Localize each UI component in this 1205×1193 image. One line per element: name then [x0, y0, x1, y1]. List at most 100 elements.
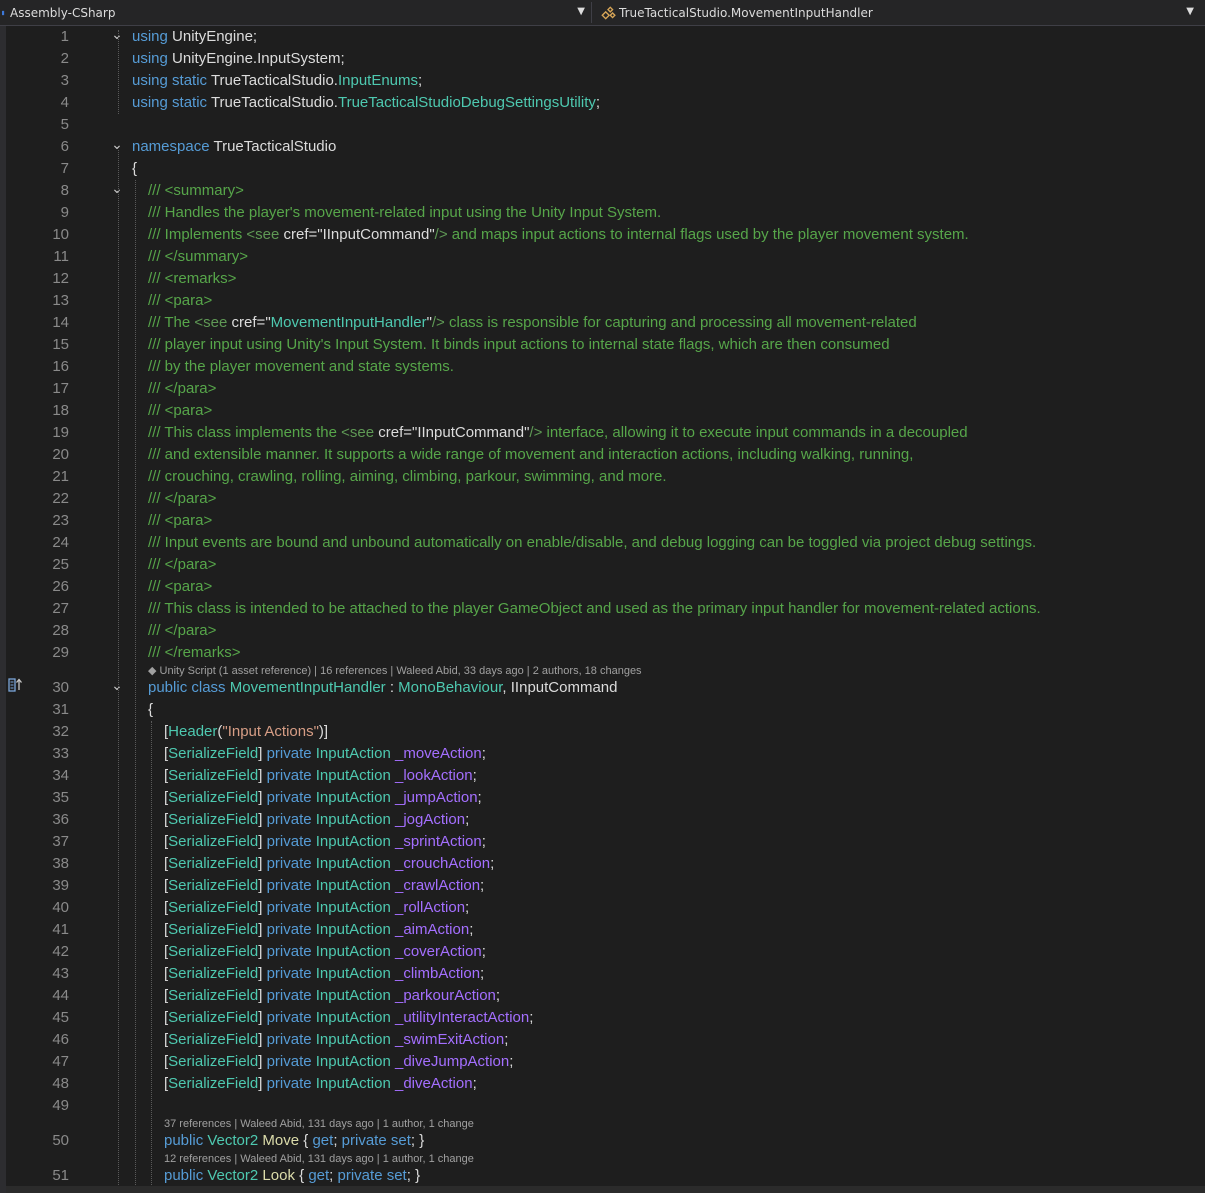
codelens-info[interactable]: 12 references | Waleed Abid, 131 days ag…	[164, 1153, 474, 1166]
code-text: /// </summary>	[148, 248, 249, 265]
code-line[interactable]: 19 /// This class implements the <see cre…	[6, 422, 1205, 444]
code-line[interactable]: 5	[6, 114, 1205, 136]
code-line[interactable]: 50 public Vector2 Move { get; private set…	[6, 1130, 1205, 1152]
code-line[interactable]: 31 {	[6, 699, 1205, 721]
code-line[interactable]: 15 /// player input using Unity's Input S…	[6, 334, 1205, 356]
code-text: /// </para>	[148, 622, 217, 639]
code-text: /// This class is intended to be attache…	[148, 600, 1041, 617]
line-number: 1	[60, 28, 69, 45]
line-number: 40	[52, 899, 69, 916]
code-line[interactable]: 34 [SerializeField] private InputAction _…	[6, 765, 1205, 787]
code-line[interactable]: 17 /// </para>	[6, 378, 1205, 400]
code-line[interactable]: 4 using static TrueTacticalStudio.TrueTac…	[6, 92, 1205, 114]
codelens-info[interactable]: 37 references | Waleed Abid, 131 days ag…	[164, 1118, 474, 1131]
line-number: 22	[52, 490, 69, 507]
line-number: 51	[52, 1167, 69, 1184]
code-line[interactable]: 12 /// <remarks>	[6, 268, 1205, 290]
line-number: 15	[52, 336, 69, 353]
code-line[interactable]: 26 /// <para>	[6, 576, 1205, 598]
line-number: 34	[52, 767, 69, 784]
code-line[interactable]: 49	[6, 1095, 1205, 1117]
line-number: 27	[52, 600, 69, 617]
horizontal-scrollbar[interactable]	[6, 1186, 1205, 1193]
code-line[interactable]: 46 [SerializeField] private InputAction _…	[6, 1029, 1205, 1051]
line-number: 36	[52, 811, 69, 828]
code-line[interactable]: 21 /// crouching, crawling, rolling, aimi…	[6, 466, 1205, 488]
fold-chevron-icon[interactable]: ⌄	[110, 136, 124, 152]
code-line[interactable]: 24 /// Input events are bound and unbound…	[6, 532, 1205, 554]
line-number: 16	[52, 358, 69, 375]
line-number: 13	[52, 292, 69, 309]
codelens-info[interactable]: ◆ Unity Script (1 asset reference) | 16 …	[148, 665, 642, 678]
type-dropdown[interactable]: TrueTacticalStudio.MovementInputHandler …	[596, 2, 1200, 23]
code-line[interactable]: 16 /// by the player movement and state s…	[6, 356, 1205, 378]
code-line[interactable]: 47 [SerializeField] private InputAction _…	[6, 1051, 1205, 1073]
fold-chevron-icon[interactable]: ⌄	[110, 180, 124, 196]
code-line[interactable]: 43 [SerializeField] private InputAction _…	[6, 963, 1205, 985]
code-line[interactable]: 14 /// The <see cref="MovementInputHandle…	[6, 312, 1205, 334]
code-line[interactable]: 25 /// </para>	[6, 554, 1205, 576]
code-line[interactable]: 44 [SerializeField] private InputAction _…	[6, 985, 1205, 1007]
code-line[interactable]: 37 [SerializeField] private InputAction _…	[6, 831, 1205, 853]
project-name: Assembly-CSharp	[10, 5, 116, 20]
code-line[interactable]: 30 ⌄ public class MovementInputHandler : M…	[6, 677, 1205, 699]
code-line[interactable]: 11 /// </summary>	[6, 246, 1205, 268]
chevron-down-icon: ▼	[1186, 6, 1194, 17]
code-line[interactable]: 41 [SerializeField] private InputAction _…	[6, 919, 1205, 941]
fold-chevron-icon[interactable]: ⌄	[110, 677, 124, 693]
code-line[interactable]: 29 /// </remarks>	[6, 642, 1205, 664]
code-text: using UnityEngine.InputSystem;	[132, 50, 345, 67]
code-line[interactable]: 38 [SerializeField] private InputAction _…	[6, 853, 1205, 875]
code-line[interactable]: 40 [SerializeField] private InputAction _…	[6, 897, 1205, 919]
code-line[interactable]: 33 [SerializeField] private InputAction _…	[6, 743, 1205, 765]
line-number: 35	[52, 789, 69, 806]
code-line[interactable]: 13 /// <para>	[6, 290, 1205, 312]
code-text: [SerializeField] private InputAction _lo…	[164, 767, 477, 784]
code-line[interactable]: 2 using UnityEngine.InputSystem;	[6, 48, 1205, 70]
code-text: [Header("Input Actions")]	[164, 723, 329, 740]
code-line[interactable]: 22 /// </para>	[6, 488, 1205, 510]
code-text: [SerializeField] private InputAction _sp…	[164, 833, 486, 850]
code-line[interactable]: 18 /// <para>	[6, 400, 1205, 422]
code-line[interactable]: 35 [SerializeField] private InputAction _…	[6, 787, 1205, 809]
code-line[interactable]: 3 using static TrueTacticalStudio.InputEn…	[6, 70, 1205, 92]
code-line[interactable]: 42 [SerializeField] private InputAction _…	[6, 941, 1205, 963]
line-number: 2	[60, 50, 69, 67]
indent-guide	[151, 721, 152, 1193]
code-line[interactable]: 23 /// <para>	[6, 510, 1205, 532]
code-text: public class MovementInputHandler : Mono…	[148, 679, 618, 696]
code-line[interactable]: 51 public Vector2 Look { get; private set…	[6, 1165, 1205, 1187]
line-number: 43	[52, 965, 69, 982]
project-dropdown[interactable]: Assembly-CSharp ▼	[0, 2, 592, 23]
code-line[interactable]: 7{	[6, 158, 1205, 180]
code-line[interactable]: 20 /// and extensible manner. It supports…	[6, 444, 1205, 466]
line-number: 32	[52, 723, 69, 740]
code-line[interactable]: 32 [Header("Input Actions")]	[6, 721, 1205, 743]
line-number: 48	[52, 1075, 69, 1092]
code-text: [SerializeField] private InputAction _di…	[164, 1075, 477, 1092]
fold-chevron-icon[interactable]: ⌄	[110, 26, 124, 42]
indent-guide	[135, 180, 136, 1187]
code-line[interactable]: 10 /// Implements <see cref="IInputComman…	[6, 224, 1205, 246]
code-line[interactable]: 6 ⌄ namespace TrueTacticalStudio	[6, 136, 1205, 158]
code-text: /// Implements <see cref="IInputCommand"…	[148, 226, 969, 243]
code-line[interactable]: 8 ⌄ /// <summary>	[6, 180, 1205, 202]
line-number: 46	[52, 1031, 69, 1048]
code-line[interactable]: 39 [SerializeField] private InputAction _…	[6, 875, 1205, 897]
code-line[interactable]: 36 [SerializeField] private InputAction _…	[6, 809, 1205, 831]
line-number: 44	[52, 987, 69, 1004]
code-line[interactable]: 27 /// This class is intended to be attac…	[6, 598, 1205, 620]
code-line[interactable]: 1 ⌄ using UnityEngine;	[6, 26, 1205, 48]
code-line[interactable]: 9 /// Handles the player's movement-relat…	[6, 202, 1205, 224]
code-text: /// </para>	[148, 556, 217, 573]
line-number: 19	[52, 424, 69, 441]
code-editor[interactable]: 1 ⌄ using UnityEngine; 2 using UnityEngine.I…	[6, 26, 1205, 1193]
code-line[interactable]: 45 [SerializeField] private InputAction _…	[6, 1007, 1205, 1029]
code-text: [SerializeField] private InputAction _pa…	[164, 987, 501, 1004]
code-line[interactable]: 48 [SerializeField] private InputAction _…	[6, 1073, 1205, 1095]
line-number: 26	[52, 578, 69, 595]
code-text: public Vector2 Move { get; private set; …	[164, 1132, 425, 1149]
code-text: /// player input using Unity's Input Sys…	[148, 336, 890, 353]
code-text: /// <para>	[148, 292, 213, 309]
code-line[interactable]: 28 /// </para>	[6, 620, 1205, 642]
